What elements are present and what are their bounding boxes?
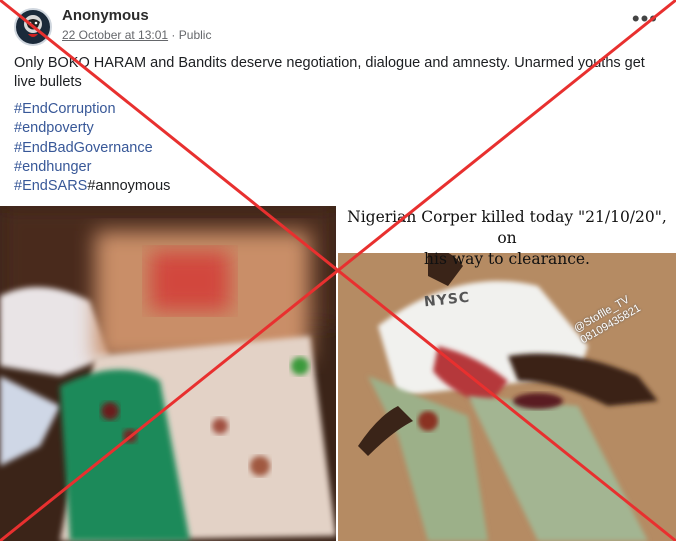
post-photo-left[interactable] [0,206,336,541]
author-name[interactable]: Anonymous [62,7,149,24]
hashtag-link[interactable]: #endhunger [14,158,170,177]
hashtag-text: #annoymous [87,178,171,195]
post-date-link[interactable]: 22 October at 13:01 [62,28,168,42]
photo-left-illustration [0,206,336,541]
more-options-icon[interactable]: ••• [632,8,658,30]
audience-label: Public [178,28,212,42]
post-meta: 22 October at 13:01 · Public [62,28,211,42]
caption-line-1: Nigerian Corper killed today "21/10/20",… [347,208,667,247]
hashtag-link[interactable]: #EndSARS [14,178,87,194]
hashtag-list: #EndCorruption #endpoverty #EndBadGovern… [14,100,170,196]
post-photo-right[interactable]: Nigerian Corper killed today "21/10/20",… [338,206,676,541]
avatar[interactable] [14,8,52,46]
photo-caption: Nigerian Corper killed today "21/10/20",… [338,206,676,268]
caption-line-2: his way to clearance. [424,250,590,268]
meta-separator: · [171,28,176,42]
hashtag-link[interactable]: #EndBadGovernance [14,139,170,158]
hashtag-link[interactable]: #EndCorruption [14,100,170,119]
post-body-text: Only BOKO HARAM and Bandits deserve nego… [14,55,645,90]
hashtag-last-line: #EndSARS#annoymous [14,177,170,196]
post-header: Anonymous 22 October at 13:01 · Public •… [14,6,664,46]
hashtag-link[interactable]: #endpoverty [14,119,170,138]
